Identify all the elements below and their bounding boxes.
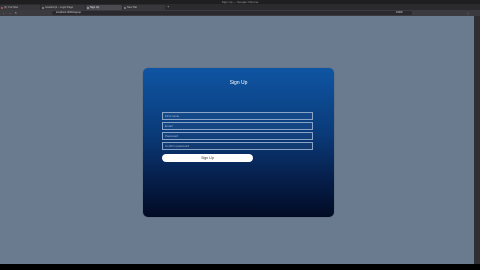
scrollbar[interactable] [474,16,480,264]
password-field[interactable] [162,132,313,140]
url-text: localhost:3000/signup [56,11,82,14]
tab-label: Sign Up [90,6,100,9]
forward-arrow-icon[interactable]: → [8,11,12,15]
form-title: Sign Up [229,80,248,86]
reload-icon[interactable]: ↻ [14,11,18,15]
page-favicon-icon [124,6,126,9]
sign-up-button[interactable]: Sign Up [162,154,253,162]
page-favicon-icon [42,6,44,9]
confirm-password-field[interactable] [162,142,313,150]
back-arrow-icon[interactable]: ← [2,11,6,15]
tab-label: New Tab [127,6,138,9]
kebab-menu-icon[interactable]: ⋮ [466,11,470,15]
page-favicon-icon [87,6,89,9]
address-bar[interactable]: localhost:3000/signup [52,11,412,15]
first-name-field[interactable] [162,112,313,120]
page-viewport: Sign Up Sign Up [0,16,474,264]
zoom-level[interactable]: 100% [396,11,403,15]
tab-label: (1) YouTube [4,6,19,9]
email-field[interactable] [162,122,313,130]
signup-card: Sign Up Sign Up [143,68,334,217]
tab-label: JavaScript – Login Page [45,6,74,9]
bottom-edge [0,264,480,270]
youtube-favicon-icon [1,6,3,9]
